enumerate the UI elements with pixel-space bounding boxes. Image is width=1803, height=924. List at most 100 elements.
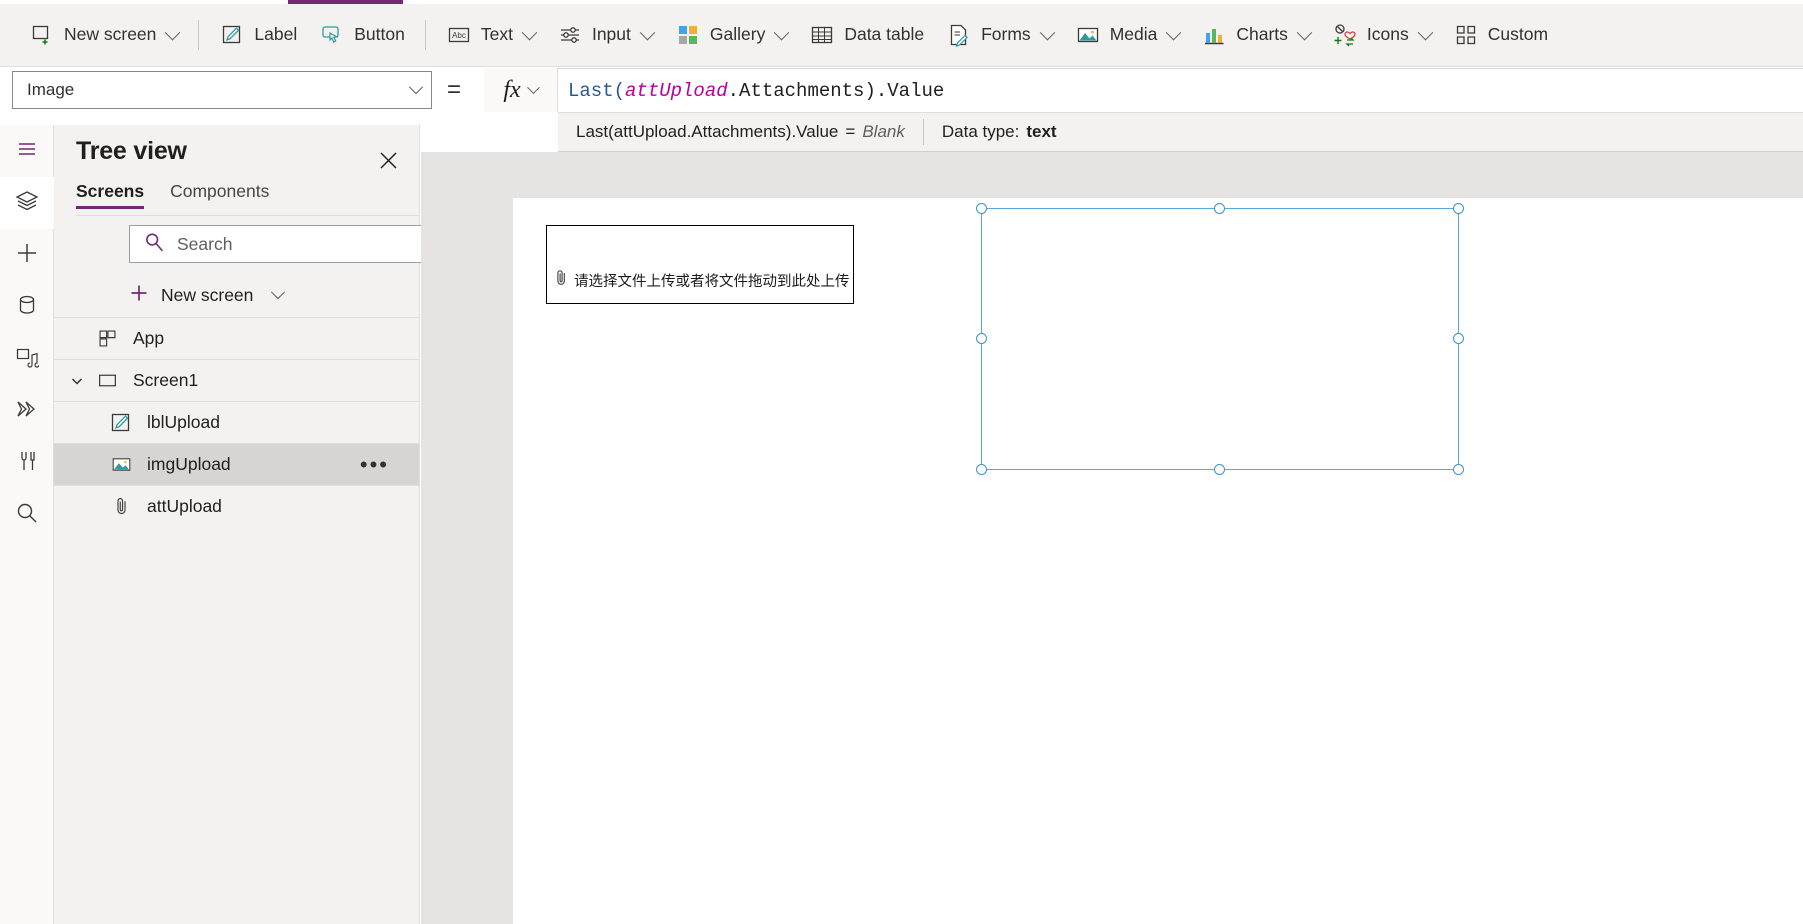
command-gallery-button[interactable]: Gallery	[664, 11, 798, 59]
command-label: Input	[591, 24, 631, 45]
command-label: Charts	[1236, 24, 1288, 45]
command-label: New screen	[64, 24, 157, 45]
tree-item-lblupload[interactable]: lblUpload	[54, 401, 419, 443]
chevron-down-icon[interactable]	[62, 374, 92, 388]
image-control-selected[interactable]	[976, 203, 1464, 475]
chevron-down-icon	[774, 24, 790, 40]
plus-icon	[129, 283, 149, 308]
resize-handle-nw[interactable]	[976, 203, 987, 214]
forms-icon	[946, 22, 972, 48]
close-icon[interactable]	[375, 147, 401, 173]
command-text-button[interactable]: Abc Text	[435, 11, 546, 59]
tree-item-app[interactable]: App	[54, 317, 419, 359]
equals-sign: =	[447, 76, 462, 103]
rail-button-insert-plus[interactable]	[0, 229, 54, 281]
screens-tree-list: App Screen1 lblUpload imgUpload ••• attUpload	[54, 317, 419, 924]
datatype-label: Data type:	[941, 122, 1020, 141]
gallery-icon	[675, 22, 701, 48]
command-label: Gallery	[709, 24, 766, 45]
search-input[interactable]: Search	[129, 225, 453, 263]
tree-item-attupload[interactable]: attUpload	[54, 485, 419, 527]
rail-button-tree-view-layers[interactable]	[0, 177, 54, 229]
resize-handle-se[interactable]	[1453, 464, 1464, 475]
command-icons-button[interactable]: Icons	[1321, 11, 1442, 59]
chevron-down-icon	[271, 285, 286, 300]
rail-button-data-cylinder[interactable]	[0, 281, 54, 333]
command-button-button[interactable]: Button	[308, 11, 416, 59]
chevron-down-icon	[1039, 24, 1055, 40]
property-select[interactable]: Image	[12, 71, 432, 109]
tree-item-imgupload[interactable]: imgUpload •••	[54, 443, 419, 485]
formula-result-tooltip: Last(attUpload.Attachments).Value = Blan…	[558, 112, 1803, 152]
app-screen-surface[interactable]: 请选择文件上传或者将文件拖动到此处上传	[513, 198, 1803, 924]
tree-item-label: attUpload	[147, 496, 222, 516]
attachment-control-inner: 请选择文件上传或者将文件拖动到此处上传	[555, 269, 850, 291]
command-custom-button[interactable]: Custom	[1442, 11, 1559, 59]
formula-result-value: Blank	[862, 122, 905, 141]
icons-icon	[1332, 22, 1358, 48]
rail-button-hamburger-menu[interactable]	[0, 125, 54, 177]
rail-button-search-magnifier[interactable]	[0, 489, 54, 541]
tree-view-tabs: Screens Components	[76, 181, 419, 215]
attach-icon	[106, 496, 136, 517]
text-abc-icon: Abc	[446, 22, 472, 48]
variables-tools-icon	[15, 449, 39, 478]
tree-item-screen1[interactable]: Screen1	[54, 359, 419, 401]
resize-handle-e[interactable]	[1453, 333, 1464, 344]
command-media-button[interactable]: Media	[1064, 11, 1191, 59]
command-label: Text	[480, 24, 513, 45]
canvas-area[interactable]: 请选择文件上传或者将文件拖动到此处上传	[421, 152, 1803, 924]
chevron-down-icon	[1296, 24, 1313, 40]
command-label: Custom	[1487, 24, 1549, 45]
property-select-value: Image	[27, 80, 75, 99]
chevron-down-icon	[165, 24, 181, 40]
custom-icon	[1453, 22, 1479, 48]
command-data-table-button[interactable]: Data table	[798, 11, 935, 59]
rail-button-power-automate-flow[interactable]	[0, 385, 54, 437]
chevron-down-icon	[526, 80, 540, 94]
resize-handle-sw[interactable]	[976, 464, 987, 475]
tree-view-layers-icon	[15, 189, 39, 218]
formula-result-segment: Last(attUpload.Attachments).Value = Blan…	[558, 113, 923, 151]
charts-icon	[1201, 22, 1227, 48]
resize-handle-ne[interactable]	[1453, 203, 1464, 214]
resize-handle-n[interactable]	[1214, 203, 1225, 214]
resize-handle-w[interactable]	[976, 333, 987, 344]
media-library-icon	[15, 345, 40, 374]
input-sliders-icon	[557, 22, 583, 48]
rail-button-variables-tools[interactable]	[0, 437, 54, 489]
formula-input[interactable]: Last(attUpload .Attachments).Value	[558, 68, 1803, 112]
data-table-icon	[809, 22, 835, 48]
page-title: Tree view	[76, 137, 187, 165]
screen-icon	[92, 370, 122, 391]
label-icon	[106, 411, 136, 435]
tree-item-label: lblUpload	[147, 412, 220, 432]
command-label-button[interactable]: Label	[208, 11, 308, 59]
media-icon	[1075, 22, 1101, 48]
formula-token-plain: .Attachments).Value	[727, 79, 945, 102]
command-label: Data table	[844, 24, 925, 45]
insert-plus-icon	[15, 241, 39, 270]
chevron-down-icon	[521, 24, 538, 40]
command-label: Label	[254, 24, 298, 45]
chevron-down-icon	[1166, 24, 1182, 40]
new-screen-button[interactable]: New screen	[129, 275, 420, 315]
command-input-button[interactable]: Input	[546, 11, 664, 59]
tab-components[interactable]: Components	[170, 181, 269, 209]
search-magnifier-icon	[15, 501, 39, 530]
attachment-control[interactable]: 请选择文件上传或者将文件拖动到此处上传	[546, 225, 854, 304]
tab-screens[interactable]: Screens	[76, 181, 145, 209]
attachment-control-text: 请选择文件上传或者将文件拖动到此处上传	[574, 273, 850, 290]
formula-token-ctrl: attUpload	[625, 79, 728, 102]
command-label: Icons	[1366, 24, 1409, 45]
command-charts-button[interactable]: Charts	[1190, 11, 1321, 59]
fx-button[interactable]: fx	[484, 68, 558, 112]
command-forms-button[interactable]: Forms	[935, 11, 1064, 59]
resize-handle-s[interactable]	[1214, 464, 1225, 475]
command-new-screen-button[interactable]: New screen	[18, 11, 189, 59]
rail-button-media-library[interactable]	[0, 333, 54, 385]
tree-item-label: imgUpload	[147, 454, 231, 474]
chevron-down-icon	[639, 24, 656, 40]
command-label: Forms	[981, 24, 1031, 45]
hamburger-menu-icon	[15, 137, 39, 166]
